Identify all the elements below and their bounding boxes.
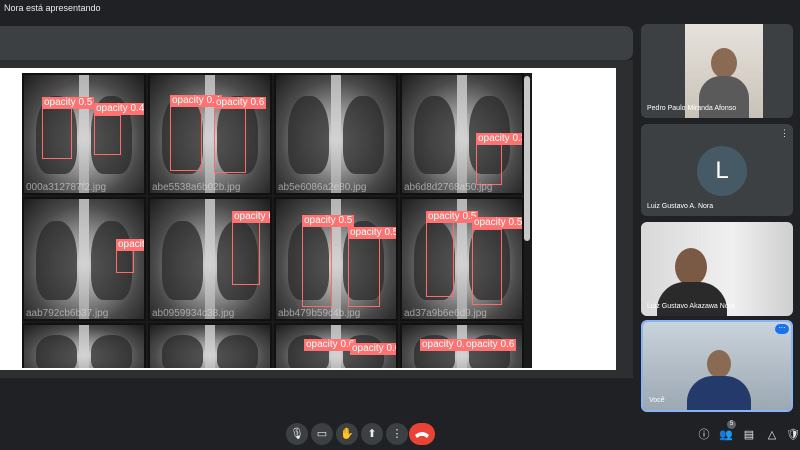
opacity-box (94, 115, 121, 155)
more-options-icon[interactable]: ⋮ (386, 423, 408, 445)
detection-label: opacity 0.5 (42, 97, 95, 109)
participant-tile-2[interactable]: L ⋮ Luiz Gustavo A. Nora (641, 124, 793, 216)
participant-name: Luiz Gustavo A. Nora (647, 203, 714, 210)
participant-video-1 (685, 24, 763, 118)
participant-tile-self[interactable]: ⋯ Você (641, 320, 793, 412)
detection-label: opacity 0.4 (232, 211, 270, 223)
image-filename: abe5538a6b02b.jpg (152, 182, 241, 193)
microphone-icon[interactable]: 🎙 (286, 423, 308, 445)
xray-image-12: opacity 0.6 opacity 0.6 (400, 323, 524, 368)
image-filename: 000a312787f2.jpg (26, 182, 107, 193)
detection-label: opacity 0.6 (214, 97, 267, 109)
detection-label: opacity 0.6 (304, 339, 357, 351)
camera-icon[interactable]: ▭ (311, 423, 333, 445)
participant-tile-1[interactable]: Pedro Paulo Miranda Afonso (641, 24, 793, 118)
xray-image-10 (148, 323, 272, 368)
opacity-box (426, 221, 454, 297)
xray-image-4: opacity 0.3 ab6d8d2768a50.jpg (400, 73, 524, 195)
xray-image-grid: opacity 0.5 opacity 0.4 000a312787f2.jpg… (22, 73, 532, 368)
xray-image-2: opacity 0.4 opacity 0.6 abe5538a6b02b.jp… (148, 73, 272, 195)
detection-label: opacity 0.4 (94, 103, 145, 115)
image-filename: aab792cb6b37.jpg (26, 308, 109, 319)
presenting-status-bar: Nora está apresentando (0, 0, 800, 16)
more-options-icon[interactable]: ⋯ (775, 324, 789, 334)
image-filename: ab6d8d2768a50.jpg (404, 182, 493, 193)
opacity-box (302, 221, 332, 307)
opacity-box (170, 103, 202, 171)
participant-tile-3[interactable]: Luiz Gustavo Akazawa Nora (641, 222, 793, 316)
opacity-box (42, 107, 72, 159)
participant-video-self (643, 322, 791, 410)
opacity-box (348, 235, 380, 307)
image-filename: ab0959934c38.jpg (152, 308, 235, 319)
detection-label: opacity 0.5 (472, 217, 523, 229)
xray-image-6: opacity 0.4 ab0959934c38.jpg (148, 197, 272, 321)
people-count-badge: 5 (727, 420, 736, 429)
xray-image-8: opacity 0.5 opacity 0.5 ad37a9b6e6d9.jpg (400, 197, 524, 321)
detection-label: opacity 0.5 (426, 211, 479, 223)
present-screen-icon[interactable]: ⬆ (361, 423, 383, 445)
detection-label: opacity 0.6 (350, 343, 396, 355)
activities-icon[interactable]: △ (764, 427, 780, 443)
xray-image-5: opacity 0.3 aab792cb6b37.jpg (22, 197, 146, 321)
host-controls-icon[interactable]: 🛡 (785, 427, 800, 443)
participant-name: Luiz Gustavo Akazawa Nora (647, 303, 735, 310)
participant-video-3 (641, 222, 793, 316)
info-icon[interactable]: ⓘ (696, 427, 712, 443)
image-filename: abb479b59c4b.jpg (278, 308, 361, 319)
chat-icon[interactable]: ▤ (741, 427, 757, 443)
opacity-box (476, 141, 502, 185)
xray-image-9 (22, 323, 146, 368)
xray-image-3: ab5e6086a2e80.jpg (274, 73, 398, 195)
presenting-status-text: Nora está apresentando (4, 3, 101, 13)
opacity-box (232, 219, 260, 285)
xray-image-11: opacity 0.6 opacity 0.6 (274, 323, 398, 368)
image-filename: ab5e6086a2e80.jpg (278, 182, 367, 193)
detection-label: opacity 0.6 (464, 339, 517, 351)
grid-scrollbar[interactable] (524, 76, 530, 241)
detection-label: opacity 0.3 (116, 239, 144, 251)
people-icon[interactable]: 👥 (718, 427, 734, 443)
detection-label: opacity 0.5 (302, 215, 355, 227)
presentation-header (0, 26, 633, 60)
xray-image-1: opacity 0.5 opacity 0.4 000a312787f2.jpg (22, 73, 146, 195)
raise-hand-icon[interactable]: ✋ (336, 423, 358, 445)
more-options-icon[interactable]: ⋮ (780, 128, 789, 139)
participant-avatar: L (697, 146, 747, 196)
participant-name: Pedro Paulo Miranda Afonso (647, 105, 737, 112)
opacity-box (214, 105, 246, 173)
xray-image-7: opacity 0.5 opacity 0.5 abb479b59c4b.jpg (274, 197, 398, 321)
opacity-box (472, 229, 502, 305)
hangup-icon (415, 432, 429, 438)
image-filename: ad37a9b6e6d9.jpg (404, 308, 487, 319)
detection-label: opacity 0.5 (348, 227, 396, 239)
hangup-button[interactable] (409, 423, 435, 445)
participant-name: Você (649, 397, 665, 404)
call-controls-bar: 🎙 ▭ ✋ ⬆ ⋮ ⓘ 👥 5 ▤ △ 🛡 (0, 413, 800, 445)
detection-label: opacity 0.3 (476, 133, 522, 145)
